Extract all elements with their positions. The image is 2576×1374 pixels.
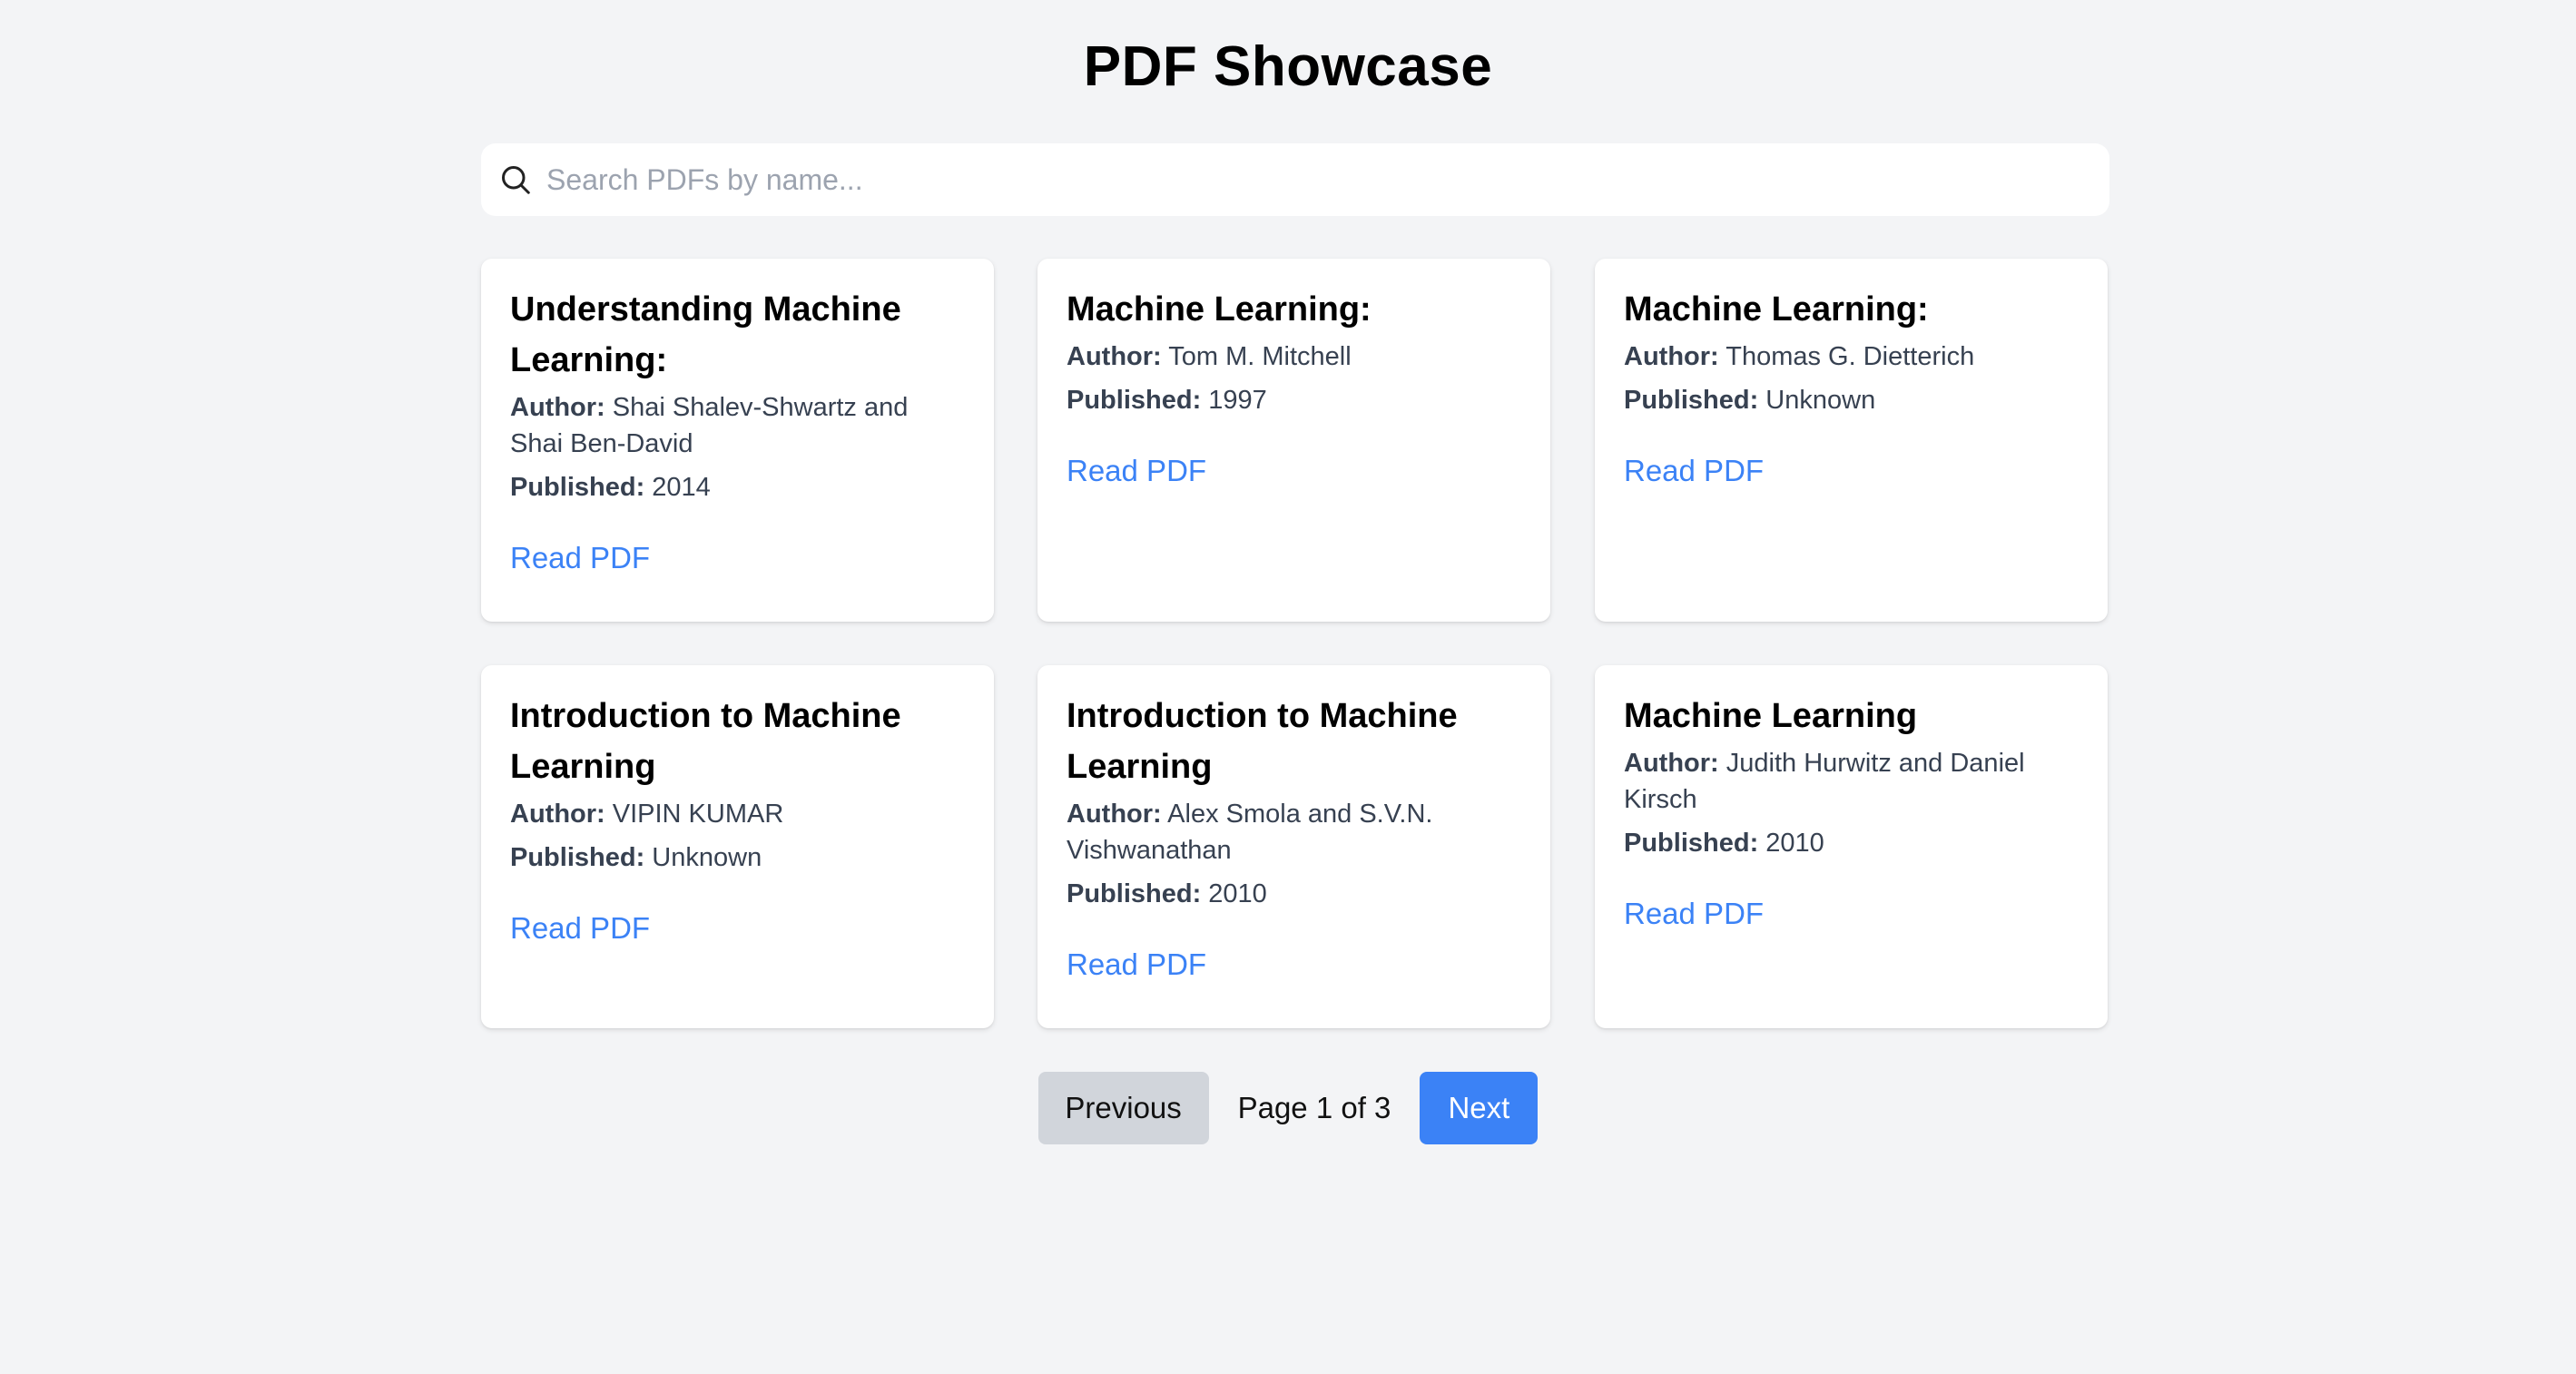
pdf-card: Machine Learning: Author: Thomas G. Diet… [1595, 259, 2108, 622]
search-bar[interactable] [481, 143, 2109, 216]
read-pdf-link[interactable]: Read PDF [510, 538, 650, 578]
card-title: Understanding Machine Learning: [510, 290, 901, 379]
published-value: Unknown [1765, 386, 1876, 415]
card-published: Published: Unknown [1624, 382, 2079, 418]
pdf-card: Machine Learning: Author: Tom M. Mitchel… [1037, 259, 1550, 622]
card-published: Published: 2010 [1624, 825, 2079, 861]
card-title: Machine Learning [1624, 697, 1918, 735]
previous-button[interactable]: Previous [1037, 1072, 1209, 1144]
published-value: 2010 [1208, 879, 1267, 908]
published-label: Published: [1624, 829, 1759, 858]
author-value: VIPIN KUMAR [612, 800, 784, 829]
search-icon [499, 163, 532, 196]
published-value: Unknown [652, 843, 762, 872]
author-label: Author: [1067, 342, 1162, 371]
published-label: Published: [510, 843, 645, 872]
author-label: Author: [510, 800, 605, 829]
card-author: Author: Alex Smola and S.V.N. Vishwanath… [1067, 796, 1521, 869]
author-label: Author: [1067, 800, 1162, 829]
published-value: 1997 [1208, 386, 1267, 415]
card-published: Published: Unknown [510, 839, 965, 876]
pdf-card: Introduction to Machine Learning Author:… [1037, 665, 1550, 1028]
author-value: Tom M. Mitchell [1168, 342, 1352, 371]
pdf-card: Machine Learning Author: Judith Hurwitz … [1595, 665, 2108, 1028]
page-indicator: Page 1 of 3 [1237, 1091, 1391, 1124]
published-label: Published: [1067, 879, 1202, 908]
page-title: PDF Showcase [1083, 35, 1493, 98]
card-title: Introduction to Machine Learning [510, 697, 901, 786]
card-author: Author: Tom M. Mitchell [1067, 339, 1521, 375]
read-pdf-link[interactable]: Read PDF [1624, 451, 1764, 491]
pdf-card: Understanding Machine Learning: Author: … [481, 259, 994, 622]
card-author: Author: Shai Shalev-Shwartz and Shai Ben… [510, 389, 965, 462]
published-label: Published: [510, 473, 645, 502]
author-value: Thomas G. Dietterich [1726, 342, 1975, 371]
pdf-card: Introduction to Machine Learning Author:… [481, 665, 994, 1028]
card-published: Published: 2010 [1067, 876, 1521, 912]
pagination: Previous Page 1 of 3 Next [0, 1072, 2576, 1144]
card-title: Machine Learning: [1067, 290, 1372, 329]
author-label: Author: [1624, 749, 1719, 778]
card-author: Author: Judith Hurwitz and Daniel Kirsch [1624, 745, 2079, 818]
card-author: Author: Thomas G. Dietterich [1624, 339, 2079, 375]
card-author: Author: VIPIN KUMAR [510, 796, 965, 832]
read-pdf-link[interactable]: Read PDF [1624, 894, 1764, 934]
published-value: 2010 [1765, 829, 1824, 858]
next-button[interactable]: Next [1420, 1072, 1539, 1144]
published-label: Published: [1624, 386, 1759, 415]
card-title: Introduction to Machine Learning [1067, 697, 1458, 786]
read-pdf-link[interactable]: Read PDF [1067, 945, 1206, 985]
read-pdf-link[interactable]: Read PDF [1067, 451, 1206, 491]
published-label: Published: [1067, 386, 1202, 415]
card-title: Machine Learning: [1624, 290, 1929, 329]
card-published: Published: 1997 [1067, 382, 1521, 418]
published-value: 2014 [652, 473, 711, 502]
author-label: Author: [1624, 342, 1719, 371]
read-pdf-link[interactable]: Read PDF [510, 908, 650, 948]
card-published: Published: 2014 [510, 469, 965, 505]
author-label: Author: [510, 393, 605, 422]
search-input[interactable] [543, 143, 2086, 216]
